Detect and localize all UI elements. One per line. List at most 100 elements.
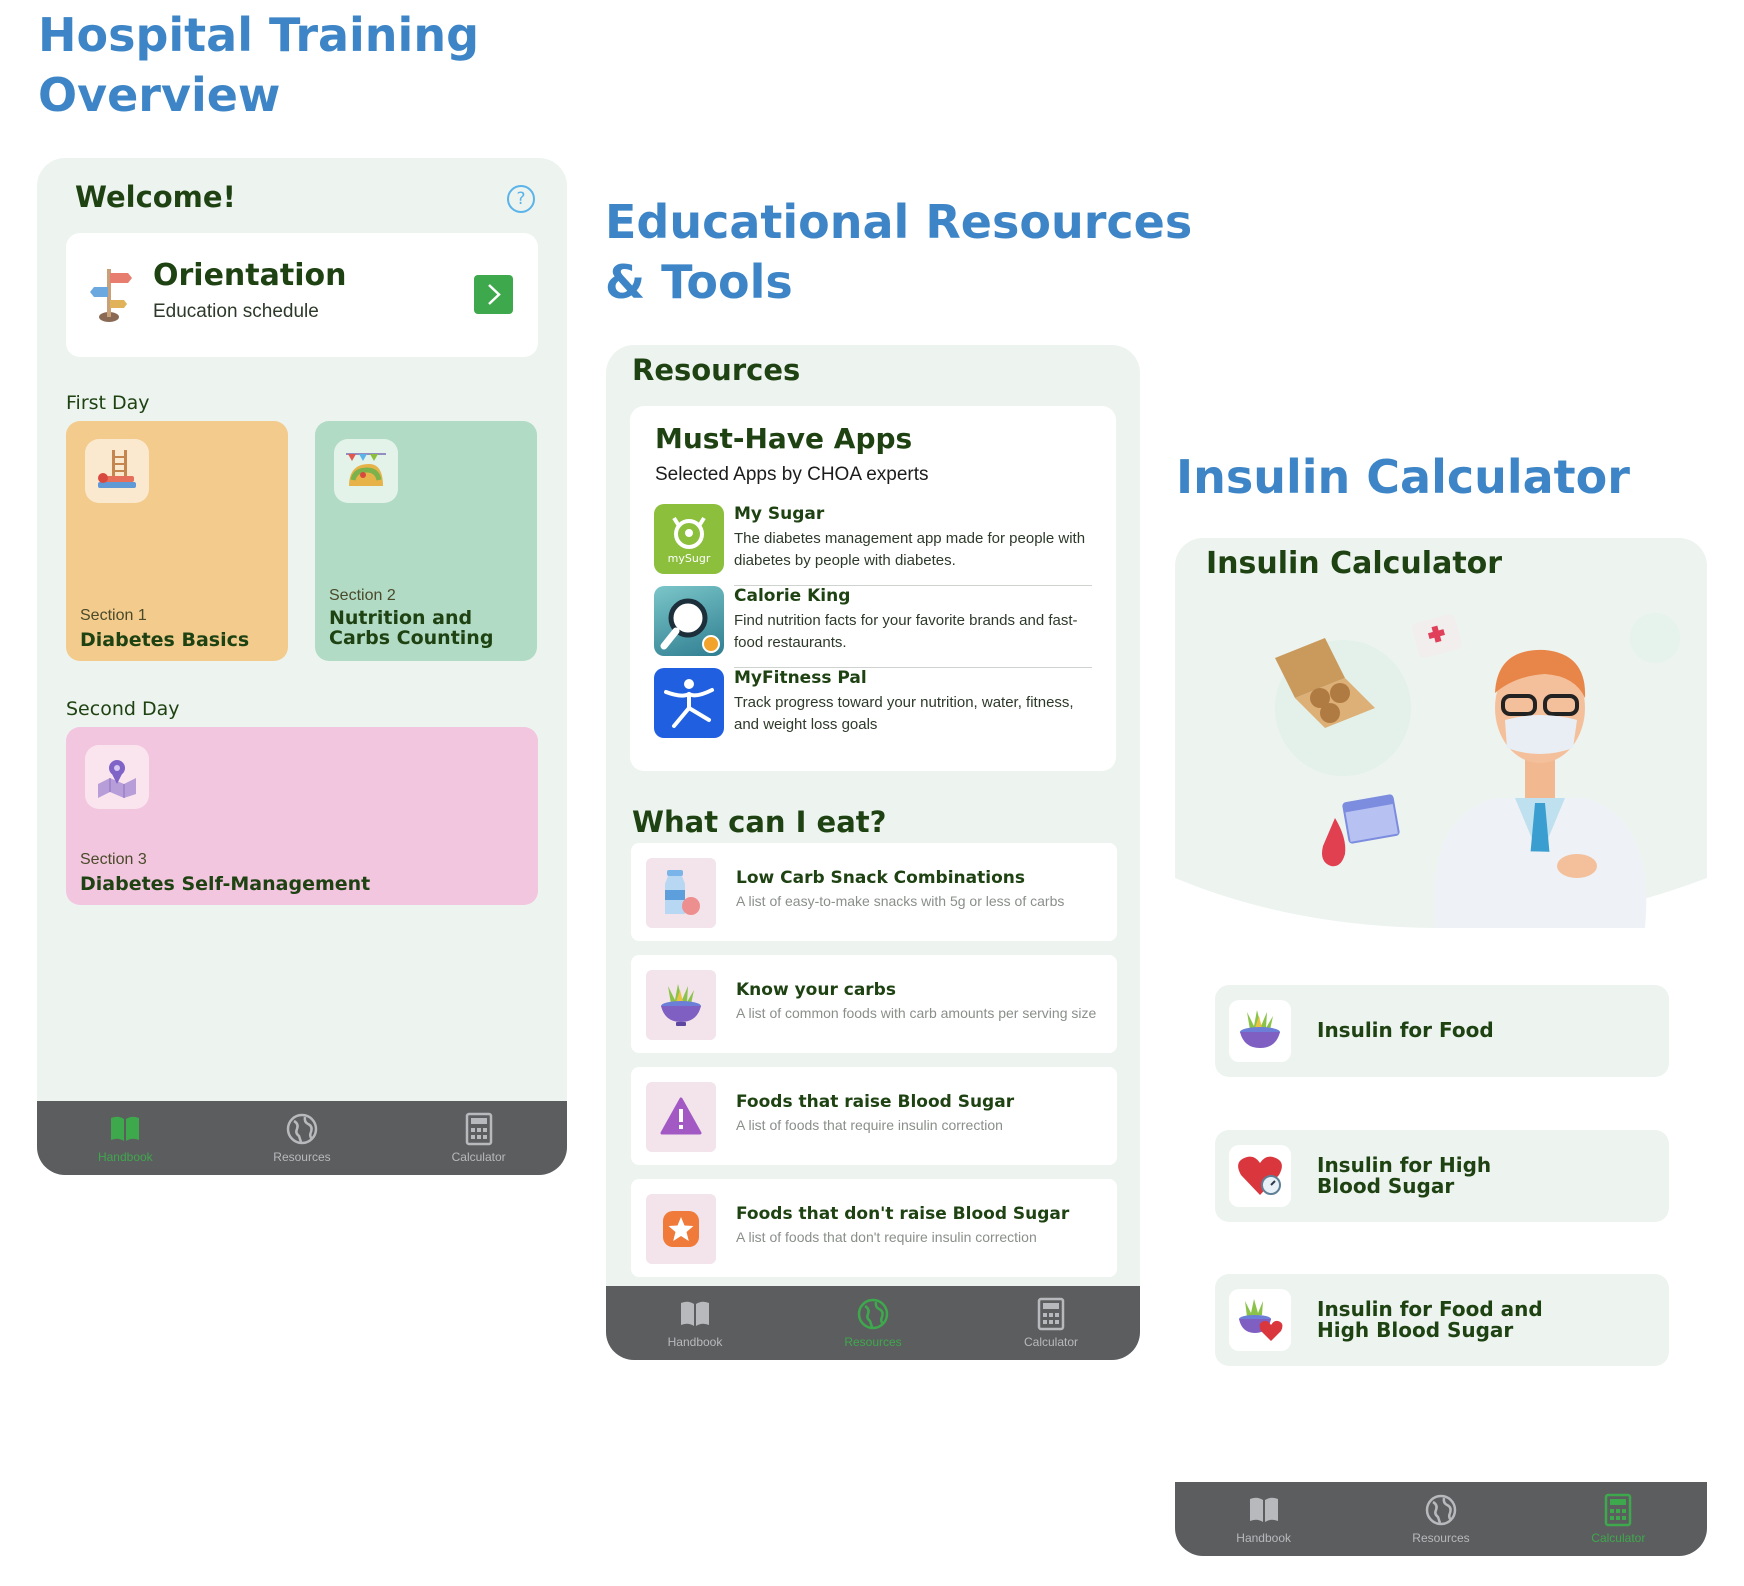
books-ladder-icon bbox=[98, 450, 136, 488]
eat-item-subtitle: A list of foods that don't require insul… bbox=[736, 1229, 1037, 1245]
app-mysugar[interactable]: mySugr My Sugar The diabetes management … bbox=[654, 504, 1092, 586]
map-pin-icon bbox=[98, 760, 136, 798]
tab-resources[interactable]: Resources bbox=[1376, 1493, 1506, 1545]
book-icon bbox=[111, 1116, 140, 1141]
tab-calculator[interactable]: Calculator bbox=[414, 1112, 544, 1164]
resources-heading: Resources bbox=[632, 353, 801, 387]
tab-handbook[interactable]: Handbook bbox=[630, 1297, 760, 1349]
tab-bar: Handbook Resources Calculator bbox=[37, 1101, 567, 1175]
eat-item-know-your-carbs[interactable]: Know your carbs A list of common foods w… bbox=[631, 955, 1117, 1053]
calculator-icon bbox=[465, 1112, 492, 1146]
welcome-heading: Welcome! bbox=[75, 180, 236, 214]
app-calorieking-name: Calorie King bbox=[734, 586, 851, 606]
section-1-label: Section 1 bbox=[80, 607, 147, 624]
section-3-label: Section 3 bbox=[80, 851, 147, 868]
orientation-subtitle: Education schedule bbox=[153, 301, 319, 322]
mysugar-logo: mySugr bbox=[654, 504, 724, 574]
handbook-section-title: Hospital Training Overview bbox=[38, 8, 479, 122]
warning-triangle-icon bbox=[660, 1097, 702, 1135]
resources-section-title: Educational Resources & Tools bbox=[605, 195, 1193, 309]
second-day-label: Second Day bbox=[66, 698, 180, 720]
section-3-title: Diabetes Self-Management bbox=[80, 873, 371, 895]
eat-item-title: Low Carb Snack Combinations bbox=[736, 868, 1025, 888]
eat-icon-tile bbox=[646, 858, 716, 928]
calculator-icon bbox=[1037, 1297, 1065, 1331]
magnifier-icon bbox=[660, 598, 720, 653]
running-person-icon bbox=[664, 679, 714, 728]
insulin-for-food-and-high-blood-sugar-button[interactable]: Insulin for Food and High Blood Sugar bbox=[1215, 1274, 1669, 1366]
taco-icon bbox=[346, 453, 386, 486]
tab-calculator[interactable]: Calculator bbox=[1553, 1493, 1683, 1545]
milk-bottle-icon bbox=[665, 870, 700, 915]
tab-bar: Handbook Resources Calculator bbox=[1175, 1482, 1707, 1556]
tab-resources[interactable]: Resources bbox=[237, 1112, 367, 1164]
calculator-icon bbox=[1605, 1493, 1632, 1527]
chevron-right-icon bbox=[488, 284, 501, 305]
eat-item-subtitle: A list of common foods with carb amounts… bbox=[736, 1005, 1097, 1021]
tab-handbook[interactable]: Handbook bbox=[1199, 1493, 1329, 1545]
app-myfitnesspal-desc: Track progress toward your nutrition, wa… bbox=[734, 694, 1074, 733]
globe-icon bbox=[286, 1113, 318, 1145]
doctor-illustration bbox=[1275, 613, 1680, 928]
apps-subtitle: Selected Apps by CHOA experts bbox=[655, 464, 929, 485]
app-mysugar-name: My Sugar bbox=[734, 504, 825, 524]
globe-icon bbox=[1425, 1494, 1457, 1526]
resources-screen: Resources Must-Have Apps Selected Apps b… bbox=[606, 345, 1140, 1360]
section-3-icon-tile bbox=[85, 745, 149, 809]
insulin-for-food-button[interactable]: Insulin for Food bbox=[1215, 985, 1669, 1077]
calorieking-logo bbox=[654, 586, 724, 656]
must-have-apps-card: Must-Have Apps Selected Apps by CHOA exp… bbox=[630, 406, 1116, 771]
tab-calculator[interactable]: Calculator bbox=[986, 1297, 1116, 1349]
heart-gauge-icon bbox=[1238, 1156, 1282, 1195]
salad-bowl-icon bbox=[661, 984, 701, 1026]
eat-icon-tile bbox=[646, 970, 716, 1040]
first-day-label: First Day bbox=[66, 392, 150, 414]
section-1-icon-tile bbox=[85, 439, 149, 503]
calc-icon-tile bbox=[1229, 1289, 1291, 1351]
section-2-card[interactable]: Section 2 Nutrition and Carbs Counting bbox=[315, 421, 537, 661]
what-can-i-eat-heading: What can I eat? bbox=[632, 805, 887, 839]
orientation-title: Orientation bbox=[153, 258, 347, 293]
eat-icon-tile bbox=[646, 1194, 716, 1264]
app-mysugar-desc: The diabetes management app made for peo… bbox=[734, 530, 1086, 569]
tab-bar: Handbook Resources Calculator bbox=[606, 1286, 1140, 1360]
app-myfitnesspal[interactable]: MyFitness Pal Track progress toward your… bbox=[654, 668, 1092, 750]
help-icon[interactable]: ? bbox=[507, 185, 535, 213]
calc-button-label: Insulin for High Blood Sugar bbox=[1317, 1153, 1492, 1198]
star-badge-icon bbox=[663, 1211, 699, 1247]
globe-icon bbox=[857, 1298, 889, 1330]
eat-item-title: Know your carbs bbox=[736, 980, 896, 1000]
eat-item-raise-blood-sugar[interactable]: Foods that raise Blood Sugar A list of f… bbox=[631, 1067, 1117, 1165]
section-2-title: Nutrition and Carbs Counting bbox=[329, 607, 494, 649]
section-1-card[interactable]: Section 1 Diabetes Basics bbox=[66, 421, 288, 661]
eat-item-low-carb-snacks[interactable]: Low Carb Snack Combinations A list of ea… bbox=[631, 843, 1117, 941]
eat-icon-tile bbox=[646, 1082, 716, 1152]
calc-icon-tile bbox=[1229, 1145, 1291, 1207]
insulin-for-high-blood-sugar-button[interactable]: Insulin for High Blood Sugar bbox=[1215, 1130, 1669, 1222]
app-calorieking[interactable]: Calorie King Find nutrition facts for yo… bbox=[654, 586, 1092, 668]
calculator-heading: Insulin Calculator bbox=[1206, 546, 1503, 581]
calculator-screen: Insulin Calculator Insulin for Food Insu… bbox=[1175, 538, 1707, 1556]
myfitnesspal-logo bbox=[654, 668, 724, 738]
section-2-label: Section 2 bbox=[329, 587, 396, 604]
book-icon bbox=[681, 1301, 709, 1326]
app-calorieking-desc: Find nutrition facts for your favorite b… bbox=[734, 612, 1078, 651]
app-myfitnesspal-name: MyFitness Pal bbox=[734, 668, 867, 688]
tab-handbook[interactable]: Handbook bbox=[60, 1112, 190, 1164]
eat-item-subtitle: A list of foods that require insulin cor… bbox=[736, 1117, 1003, 1133]
orientation-card[interactable]: Orientation Education schedule bbox=[66, 233, 538, 357]
eat-item-title: Foods that raise Blood Sugar bbox=[736, 1092, 1015, 1112]
tab-resources[interactable]: Resources bbox=[808, 1297, 938, 1349]
calc-button-label: Insulin for Food bbox=[1317, 1018, 1494, 1042]
orientation-arrow-button[interactable] bbox=[474, 275, 513, 314]
section-3-card[interactable]: Section 3 Diabetes Self-Management bbox=[66, 727, 538, 905]
book-icon bbox=[1249, 1497, 1278, 1522]
section-1-title: Diabetes Basics bbox=[80, 629, 250, 651]
eat-item-title: Foods that don't raise Blood Sugar bbox=[736, 1204, 1070, 1224]
calc-button-label: Insulin for Food and High Blood Sugar bbox=[1317, 1297, 1543, 1342]
eat-item-dont-raise-blood-sugar[interactable]: Foods that don't raise Blood Sugar A lis… bbox=[631, 1179, 1117, 1277]
section-2-icon-tile bbox=[334, 439, 398, 503]
calc-icon-tile bbox=[1229, 1000, 1291, 1062]
salad-heart-icon bbox=[1239, 1299, 1283, 1341]
signpost-icon bbox=[90, 269, 132, 322]
